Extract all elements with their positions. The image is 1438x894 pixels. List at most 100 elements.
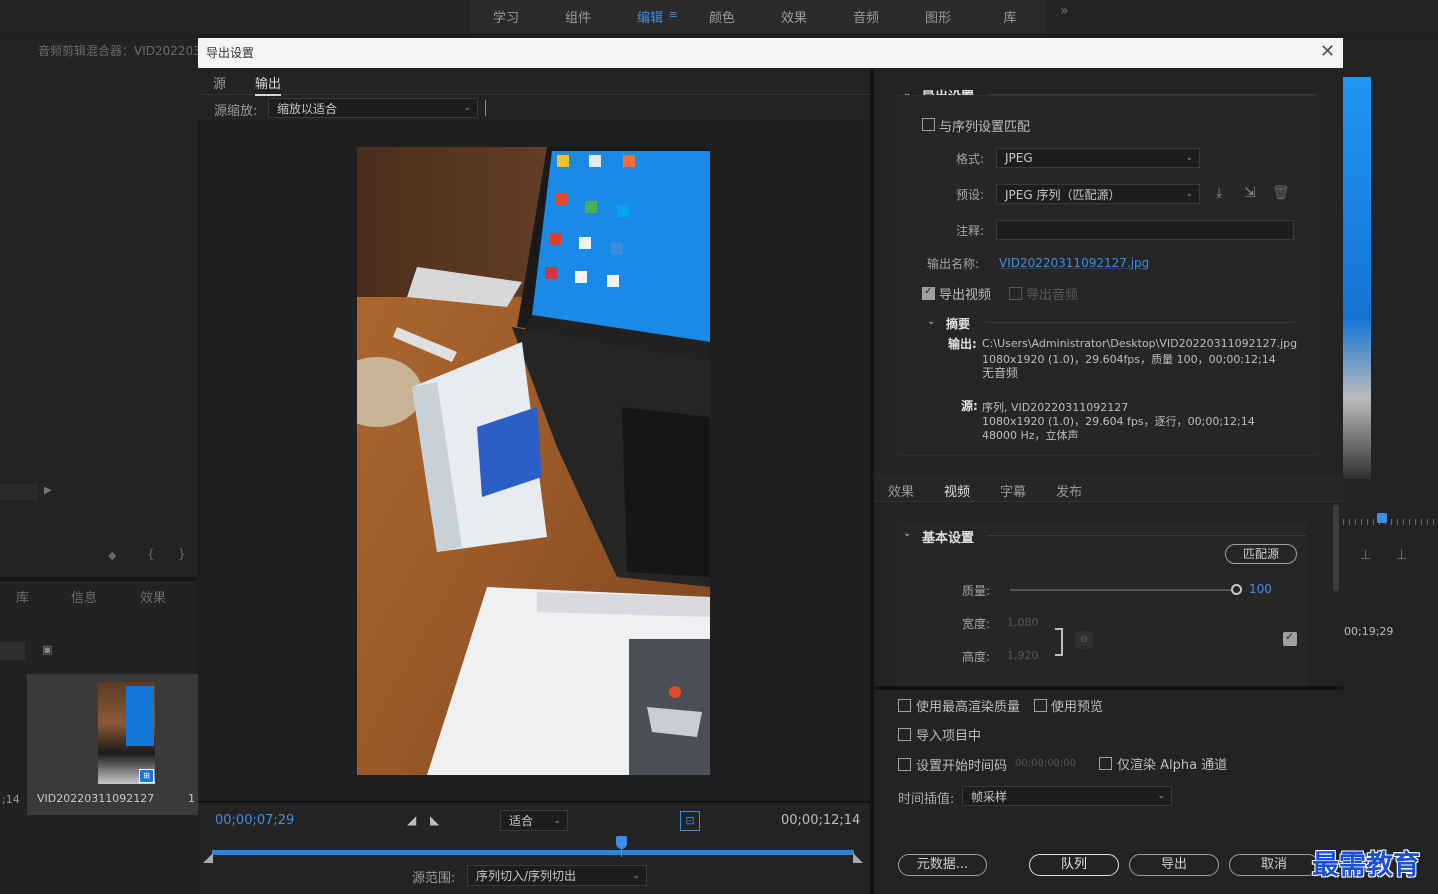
tab-info[interactable]: 信息 xyxy=(71,587,97,606)
quality-value[interactable]: 100 xyxy=(1249,582,1272,596)
chevron-down-icon: ⌄ xyxy=(1185,153,1193,163)
tab-captions-settings[interactable]: 字幕 xyxy=(1000,481,1026,500)
section-rule xyxy=(986,535,1306,536)
range-out-handle[interactable] xyxy=(853,853,863,863)
dimension-link-bracket xyxy=(1055,628,1063,656)
source-range-track[interactable] xyxy=(212,850,854,855)
workspace-tab-learn[interactable]: 学习 xyxy=(470,7,542,26)
match-sequence-label: 与序列设置匹配 xyxy=(939,120,1031,135)
export-button[interactable]: 导出 xyxy=(1129,854,1219,876)
preset-dropdown[interactable]: JPEG 序列（匹配源） ⌄ xyxy=(996,184,1200,204)
tab-effects[interactable]: 效果 xyxy=(140,587,166,606)
export-audio-checkbox[interactable] xyxy=(1009,287,1022,300)
export-video-checkbox[interactable] xyxy=(922,286,935,300)
render-alpha-only-checkbox[interactable] xyxy=(1099,757,1112,770)
workspace-tab-color[interactable]: 颜色 xyxy=(686,7,758,26)
set-start-timecode-label: 设置开始时间码 xyxy=(916,759,1008,774)
delete-preset-icon[interactable]: 🗑 xyxy=(1272,185,1290,201)
width-value[interactable]: 1,080 xyxy=(1007,616,1039,629)
extract-icon[interactable]: ⊥ xyxy=(1396,548,1407,563)
mark-out-icon[interactable]: } xyxy=(178,547,186,561)
range-in-handle[interactable] xyxy=(203,853,213,863)
max-render-quality-checkbox[interactable] xyxy=(898,699,911,712)
timeline-timecode: 00;19;29 xyxy=(1344,625,1394,638)
match-sequence-checkbox[interactable] xyxy=(922,118,935,131)
chevron-down-icon: ⌄ xyxy=(632,870,640,881)
marker-icon[interactable]: ◆ xyxy=(108,549,116,562)
workspace-tab-effects[interactable]: 效果 xyxy=(758,7,830,26)
close-icon[interactable]: ✕ xyxy=(1320,41,1335,62)
source-scale-dropdown[interactable]: 缩放以适合 ⌄ xyxy=(268,98,478,118)
import-preset-icon[interactable]: ⇲ xyxy=(1244,185,1256,201)
aspect-correction-icon[interactable]: ⊡ xyxy=(680,811,700,831)
quality-label: 质量: xyxy=(962,584,991,598)
chevron-down-icon: ⌄ xyxy=(1157,791,1165,801)
tab-source[interactable]: 源 xyxy=(213,73,226,92)
basic-settings-heading: 基本设置 xyxy=(922,531,975,546)
cancel-button[interactable]: 取消 xyxy=(1229,854,1319,876)
source-range-label: 源范围: xyxy=(412,871,456,886)
tab-output[interactable]: 输出 xyxy=(255,73,282,96)
output-preview-frame xyxy=(357,147,710,775)
chevron-down-icon[interactable]: ⌄ xyxy=(927,316,935,327)
quality-slider-track[interactable] xyxy=(1010,589,1236,591)
project-search-input[interactable] xyxy=(0,642,25,660)
play-icon[interactable]: ▶ xyxy=(44,485,52,496)
render-alpha-only-label: 仅渲染 Alpha 通道 xyxy=(1117,758,1228,773)
output-name-link[interactable]: VID20220311092127.jpg xyxy=(999,256,1149,270)
preview-tabs xyxy=(198,68,870,95)
queue-button[interactable]: 队列 xyxy=(1029,854,1119,876)
set-start-timecode-checkbox[interactable] xyxy=(898,758,911,771)
chevron-down-icon: ⌄ xyxy=(553,815,561,826)
project-item-name: VID20220311092127 xyxy=(37,792,155,805)
chevron-down-icon[interactable]: ⌄ xyxy=(903,528,911,539)
workspace-tab-audio[interactable]: 音频 xyxy=(830,7,902,26)
import-into-project-checkbox[interactable] xyxy=(898,728,911,741)
dimensions-match-checkbox[interactable] xyxy=(1283,630,1297,646)
project-item-duration: 1 xyxy=(188,792,195,805)
playhead-handle[interactable] xyxy=(615,836,627,849)
import-into-project-label: 导入项目中 xyxy=(916,729,982,744)
playhead-line xyxy=(620,849,622,857)
width-label: 宽度: xyxy=(962,617,991,631)
height-value[interactable]: 1,920 xyxy=(1007,649,1039,662)
format-dropdown[interactable]: JPEG ⌄ xyxy=(996,148,1200,168)
quality-slider-knob[interactable] xyxy=(1231,584,1242,595)
set-out-point-icon[interactable]: ◣ xyxy=(430,813,439,827)
workspace-tab-editing[interactable]: 编辑 ≡ xyxy=(614,7,686,26)
fit-dropdown[interactable]: 适合 ⌄ xyxy=(500,810,568,831)
lift-icon[interactable]: ⊥ xyxy=(1360,548,1371,563)
mixer-dropdown[interactable] xyxy=(0,484,38,500)
comment-input[interactable] xyxy=(996,220,1294,240)
tab-libraries[interactable]: 库 xyxy=(16,587,29,606)
mark-in-icon[interactable]: { xyxy=(147,547,155,561)
workspace-tab-graphics[interactable]: 图形 xyxy=(902,7,974,26)
chevron-double-right-icon[interactable]: » xyxy=(1060,3,1069,19)
source-scale-label: 源缩放: xyxy=(214,104,258,119)
tab-effects-settings[interactable]: 效果 xyxy=(888,481,914,500)
tab-publish-settings[interactable]: 发布 xyxy=(1056,481,1082,500)
end-timecode: 00;00;12;14 xyxy=(781,813,861,828)
max-render-quality-label: 使用最高渲染质量 xyxy=(916,700,1021,715)
link-icon[interactable]: ⊖ xyxy=(1075,631,1093,649)
format-label: 格式: xyxy=(956,152,985,166)
new-bin-icon[interactable]: ▣ xyxy=(42,643,52,656)
source-range-dropdown[interactable]: 序列切入/序列切出 ⌄ xyxy=(467,865,647,886)
start-timecode-value[interactable]: 00;00;00;00 xyxy=(1015,758,1076,769)
use-previews-checkbox[interactable] xyxy=(1034,699,1047,712)
time-interpolation-value: 帧采样 xyxy=(971,789,1008,804)
use-previews-label: 使用预览 xyxy=(1051,700,1104,715)
save-preset-icon[interactable]: ⤓ xyxy=(1216,185,1222,201)
metadata-button[interactable]: 元数据... xyxy=(898,854,987,876)
time-interpolation-dropdown[interactable]: 帧采样 ⌄ xyxy=(962,786,1172,806)
match-source-button[interactable]: 匹配源 xyxy=(1225,544,1297,564)
current-timecode[interactable]: 00;00;07;29 xyxy=(215,813,294,828)
workspace-tab-assembly[interactable]: 组件 xyxy=(542,7,614,26)
timeline-playhead[interactable] xyxy=(1377,513,1387,523)
toolbar-separator xyxy=(485,100,486,116)
workspace-tab-libraries[interactable]: 库 xyxy=(974,7,1046,26)
settings-scrollbar[interactable] xyxy=(1333,505,1339,591)
preset-value: JPEG 序列（匹配源） xyxy=(1005,187,1121,202)
set-in-point-icon[interactable]: ◢ xyxy=(407,813,416,827)
summary-output-audio: 无音频 xyxy=(982,366,1019,380)
